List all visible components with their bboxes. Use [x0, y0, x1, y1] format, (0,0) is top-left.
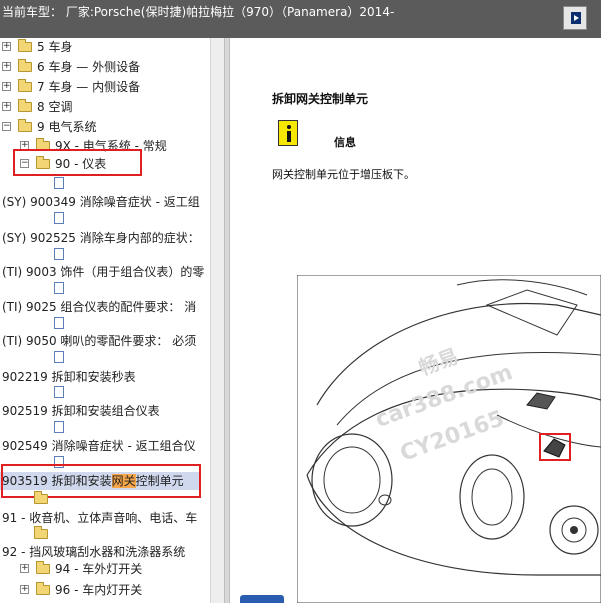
expand-toggle[interactable]: +	[2, 102, 11, 111]
navigation-tree: + 5 车身 + 6 车身 — 外侧设备 + 7 车身 — 内侧设备 + 8 空…	[0, 38, 224, 603]
tree-item-label: (TI) 9025 组合仪表的配件要求： 消	[2, 300, 197, 314]
tree-item-label: (TI) 9003 饰件（用于组合仪表）的零	[2, 265, 205, 279]
folder-icon	[34, 526, 48, 539]
expand-toggle[interactable]: +	[2, 62, 11, 71]
document-icon	[54, 177, 64, 189]
tree-item-label: 902519 拆卸和安装组合仪表	[2, 404, 160, 418]
folder-open-icon	[18, 119, 32, 132]
document-icon	[54, 282, 64, 294]
expand-toggle[interactable]: +	[2, 82, 11, 91]
expand-toggle[interactable]: +	[2, 42, 11, 51]
expand-toggle[interactable]: +	[20, 564, 29, 573]
folder-icon	[36, 561, 50, 574]
document-icon	[54, 212, 64, 224]
document-icon	[54, 351, 64, 363]
current-model-text: 当前车型： 厂家:Porsche(保时捷)帕拉梅拉（970）（Panamera）…	[2, 5, 395, 19]
document-body-text: 网关控制单元位于增压板下。	[272, 168, 415, 181]
folder-icon	[18, 39, 32, 52]
tree-item-label: (SY) 900349 消除噪音症状 - 返工组	[2, 195, 200, 209]
bottom-tab-button[interactable]	[240, 595, 284, 603]
document-icon	[54, 317, 64, 329]
tree-item-label: 5 车身	[37, 40, 73, 54]
folder-icon	[34, 491, 48, 504]
expand-toggle[interactable]: +	[20, 585, 29, 594]
tree-item-label: 6 车身 — 外侧设备	[37, 60, 141, 74]
toggle-panel-button[interactable]	[563, 6, 587, 30]
info-label: 信息	[334, 136, 356, 149]
tree-item-label: 902549 消除噪音症状 - 返工组合仪	[2, 439, 196, 453]
tree-item-label: (SY) 902525 消除车身内部的症状：	[2, 231, 200, 245]
document-title: 拆卸网关控制单元	[272, 92, 369, 106]
tree-item-label: 96 - 车内灯开关	[55, 583, 143, 597]
document-icon	[54, 248, 64, 260]
document-icon	[54, 386, 64, 398]
tree-scrollbar[interactable]	[210, 38, 224, 603]
collapse-toggle[interactable]: −	[2, 122, 11, 131]
tree-item-label: 94 - 车外灯开关	[55, 562, 143, 576]
tree-item-label: 9 电气系统	[37, 120, 97, 134]
arrow-right-icon	[571, 12, 581, 24]
title-bar: 当前车型： 厂家:Porsche(保时捷)帕拉梅拉（970）（Panamera）…	[0, 0, 601, 38]
callout-box-90	[13, 149, 142, 176]
callout-box-903519	[1, 464, 201, 498]
document-pane: 拆卸网关控制单元 信息 网关控制单元位于增压板下。 畅易 car388.com …	[230, 38, 601, 603]
document-icon	[54, 421, 64, 433]
tree-item-label: 8 空调	[37, 100, 73, 114]
tree-item-label: 92 - 挡风玻璃刮水器和洗涤器系统	[2, 545, 186, 559]
folder-icon	[18, 99, 32, 112]
tree-item-label: (TI) 9050 喇叭的零配件要求： 必须	[2, 334, 197, 348]
tree-item-label: 7 车身 — 内侧设备	[37, 80, 141, 94]
folder-icon	[36, 582, 50, 595]
folder-icon	[18, 59, 32, 72]
tree-item-label: 902219 拆卸和安装秒表	[2, 370, 136, 384]
info-icon	[278, 120, 298, 146]
tree-item-label: 91 - 收音机、立体声音响、电话、车	[2, 511, 198, 525]
folder-icon	[18, 79, 32, 92]
